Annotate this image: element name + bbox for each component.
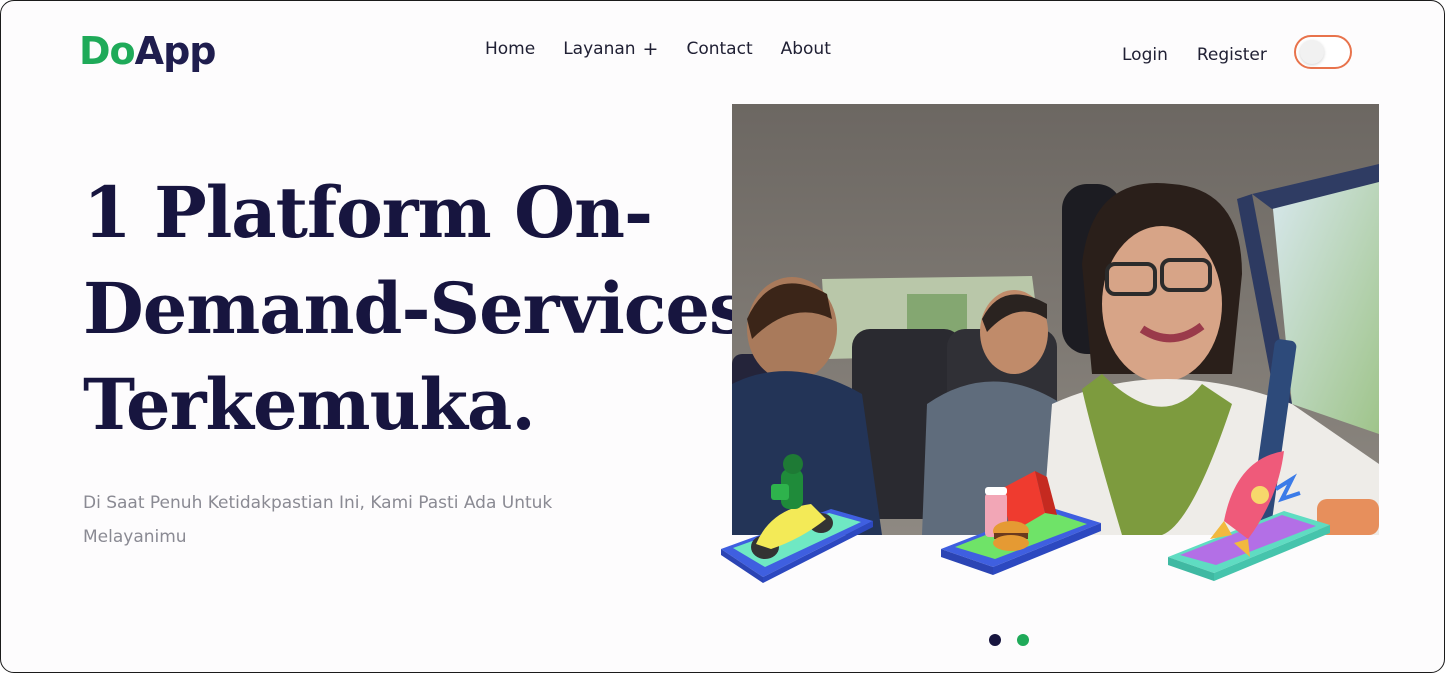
scooter-delivery-icon bbox=[721, 454, 873, 583]
nav-item-label: Contact bbox=[686, 39, 753, 59]
food-delivery-icon bbox=[941, 471, 1101, 575]
hero-headline: 1 Platform On- Demand-Services Terkemuka… bbox=[83, 165, 748, 453]
carousel-dot-2[interactable] bbox=[1017, 634, 1029, 646]
logo-part-app: App bbox=[134, 29, 217, 73]
plus-icon: + bbox=[642, 37, 659, 60]
nav-item-label: About bbox=[780, 39, 831, 59]
hero-subtitle: Di Saat Penuh Ketidakpastian Ini, Kami P… bbox=[83, 486, 603, 554]
nav-item-about[interactable]: About bbox=[781, 39, 831, 59]
main-nav: Home Layanan + Contact About bbox=[485, 39, 831, 59]
nav-item-label: Layanan bbox=[563, 39, 636, 59]
nav-item-label: Home bbox=[485, 39, 536, 59]
subtitle-line: Melayanimu bbox=[83, 527, 187, 547]
carousel-dot-1[interactable] bbox=[989, 634, 1001, 646]
carousel-pagination bbox=[989, 634, 1029, 646]
register-link[interactable]: Register bbox=[1197, 45, 1267, 65]
rocket-icon bbox=[1168, 451, 1330, 581]
headline-line: Terkemuka. bbox=[83, 363, 536, 446]
nav-item-contact[interactable]: Contact bbox=[686, 39, 752, 59]
headline-line: Demand-Services bbox=[83, 267, 748, 350]
nav-item-layanan[interactable]: Layanan + bbox=[563, 39, 658, 59]
nav-item-home[interactable]: Home bbox=[485, 39, 535, 59]
logo-part-do: Do bbox=[79, 29, 136, 73]
headline-line: 1 Platform On- bbox=[83, 171, 653, 254]
toggle-knob bbox=[1300, 40, 1324, 64]
login-link[interactable]: Login bbox=[1122, 45, 1168, 65]
page-frame: DoApp Home Layanan + Contact About Login… bbox=[0, 0, 1445, 673]
theme-toggle[interactable] bbox=[1294, 35, 1352, 69]
auth-links: Login Register bbox=[1122, 45, 1267, 65]
subtitle-line: Di Saat Penuh Ketidakpastian Ini, Kami P… bbox=[83, 493, 553, 513]
logo[interactable]: DoApp bbox=[79, 29, 217, 73]
